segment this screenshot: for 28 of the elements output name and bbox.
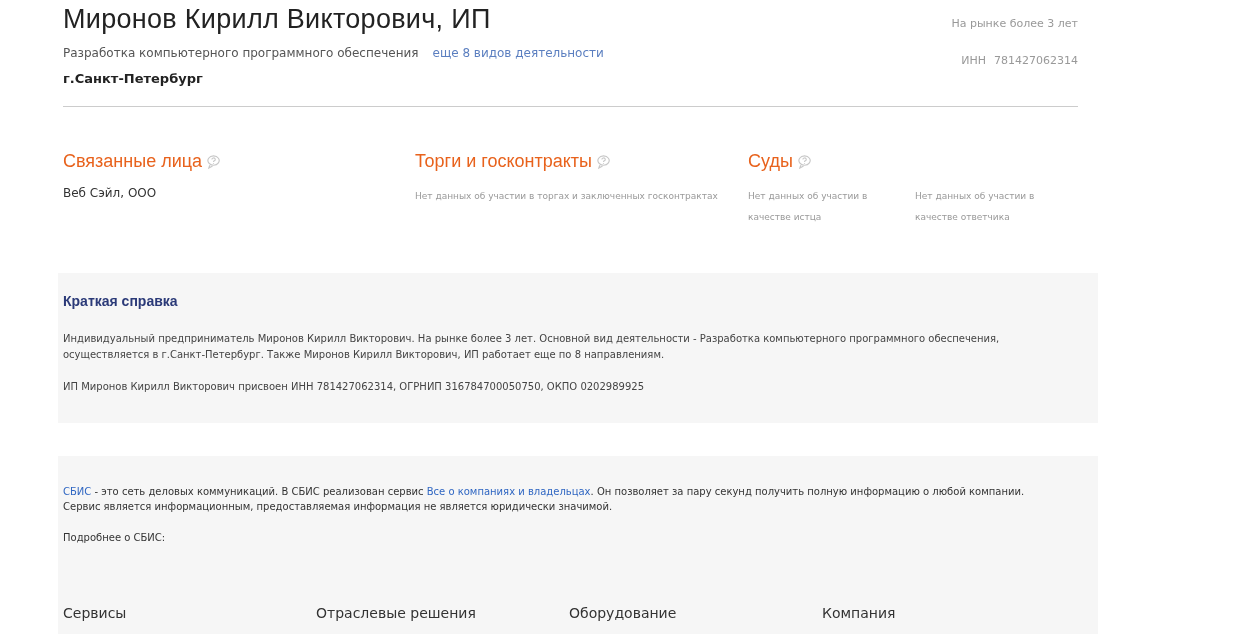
section-title: Торги и госконтракты xyxy=(415,151,593,172)
section-title: Связанные лица xyxy=(63,151,203,172)
city-text: г.Санкт-Петербург xyxy=(63,71,204,86)
footer-link[interactable]: СБИС xyxy=(63,486,92,497)
inn-label: ИНН xyxy=(961,54,986,67)
footer-link[interactable]: Все о компаниях и владельцах xyxy=(426,486,591,497)
related-party[interactable]: Веб Сэйл, ООО xyxy=(63,186,157,200)
more-text: Подробнее о СБИС: xyxy=(63,531,167,545)
activity-text: Разработка компьютерного программного обеспечения xyxy=(63,46,419,60)
inn-value: 781427062314 xyxy=(994,54,1078,67)
summary-title: Краткая справка xyxy=(63,293,179,309)
section-title: Суды xyxy=(748,151,793,172)
no-data-text: Нет данных об участии в качестве истца xyxy=(748,190,869,224)
footer-heading: Сервисы xyxy=(63,605,128,621)
help-icon[interactable] xyxy=(206,154,222,169)
footer-paragraph: СБИС - это сеть деловых коммуникаций. В СБИС реализован сервис Все о компаниях и владельцах. Он позволяет за пару секунд получить полную информацию о любой компании. Сервис является информационным, предоставляемая информация не является юридически значимой. xyxy=(63,485,1026,514)
footer-heading: Компания xyxy=(822,605,897,621)
summary-paragraph: Индивидуальный предприниматель Миронов Кирилл Викторович. На рынке более 3 лет. Основной вид деятельности - Разработка компьютерного программного обеспечения, осуществляется в г.Санкт-Петербург. Также Миронов Кирилл Викторович, ИП работает еще по 8 направлениям. xyxy=(63,332,1001,362)
help-icon[interactable] xyxy=(796,154,812,169)
summary-paragraph: ИП Миронов Кирилл Викторович присвоен ИНН 781427062314, ОГРНИП 316784700050750, ОКПО 0202989925 xyxy=(63,380,645,394)
footer-heading: Отраслевые решения xyxy=(316,605,477,621)
market-age-text: На рынке более 3 лет xyxy=(951,17,1078,30)
company-title: Миронов Кирилл Викторович, ИП xyxy=(63,4,492,35)
activities-link[interactable]: еще 8 видов деятельности xyxy=(432,46,604,60)
no-data-text: Нет данных об участии в торгах и заключенных госконтрактах xyxy=(415,190,719,203)
footer-heading: Оборудование xyxy=(569,605,678,621)
help-icon[interactable] xyxy=(596,154,612,169)
no-data-text: Нет данных об участии в качестве ответчика xyxy=(915,190,1036,224)
